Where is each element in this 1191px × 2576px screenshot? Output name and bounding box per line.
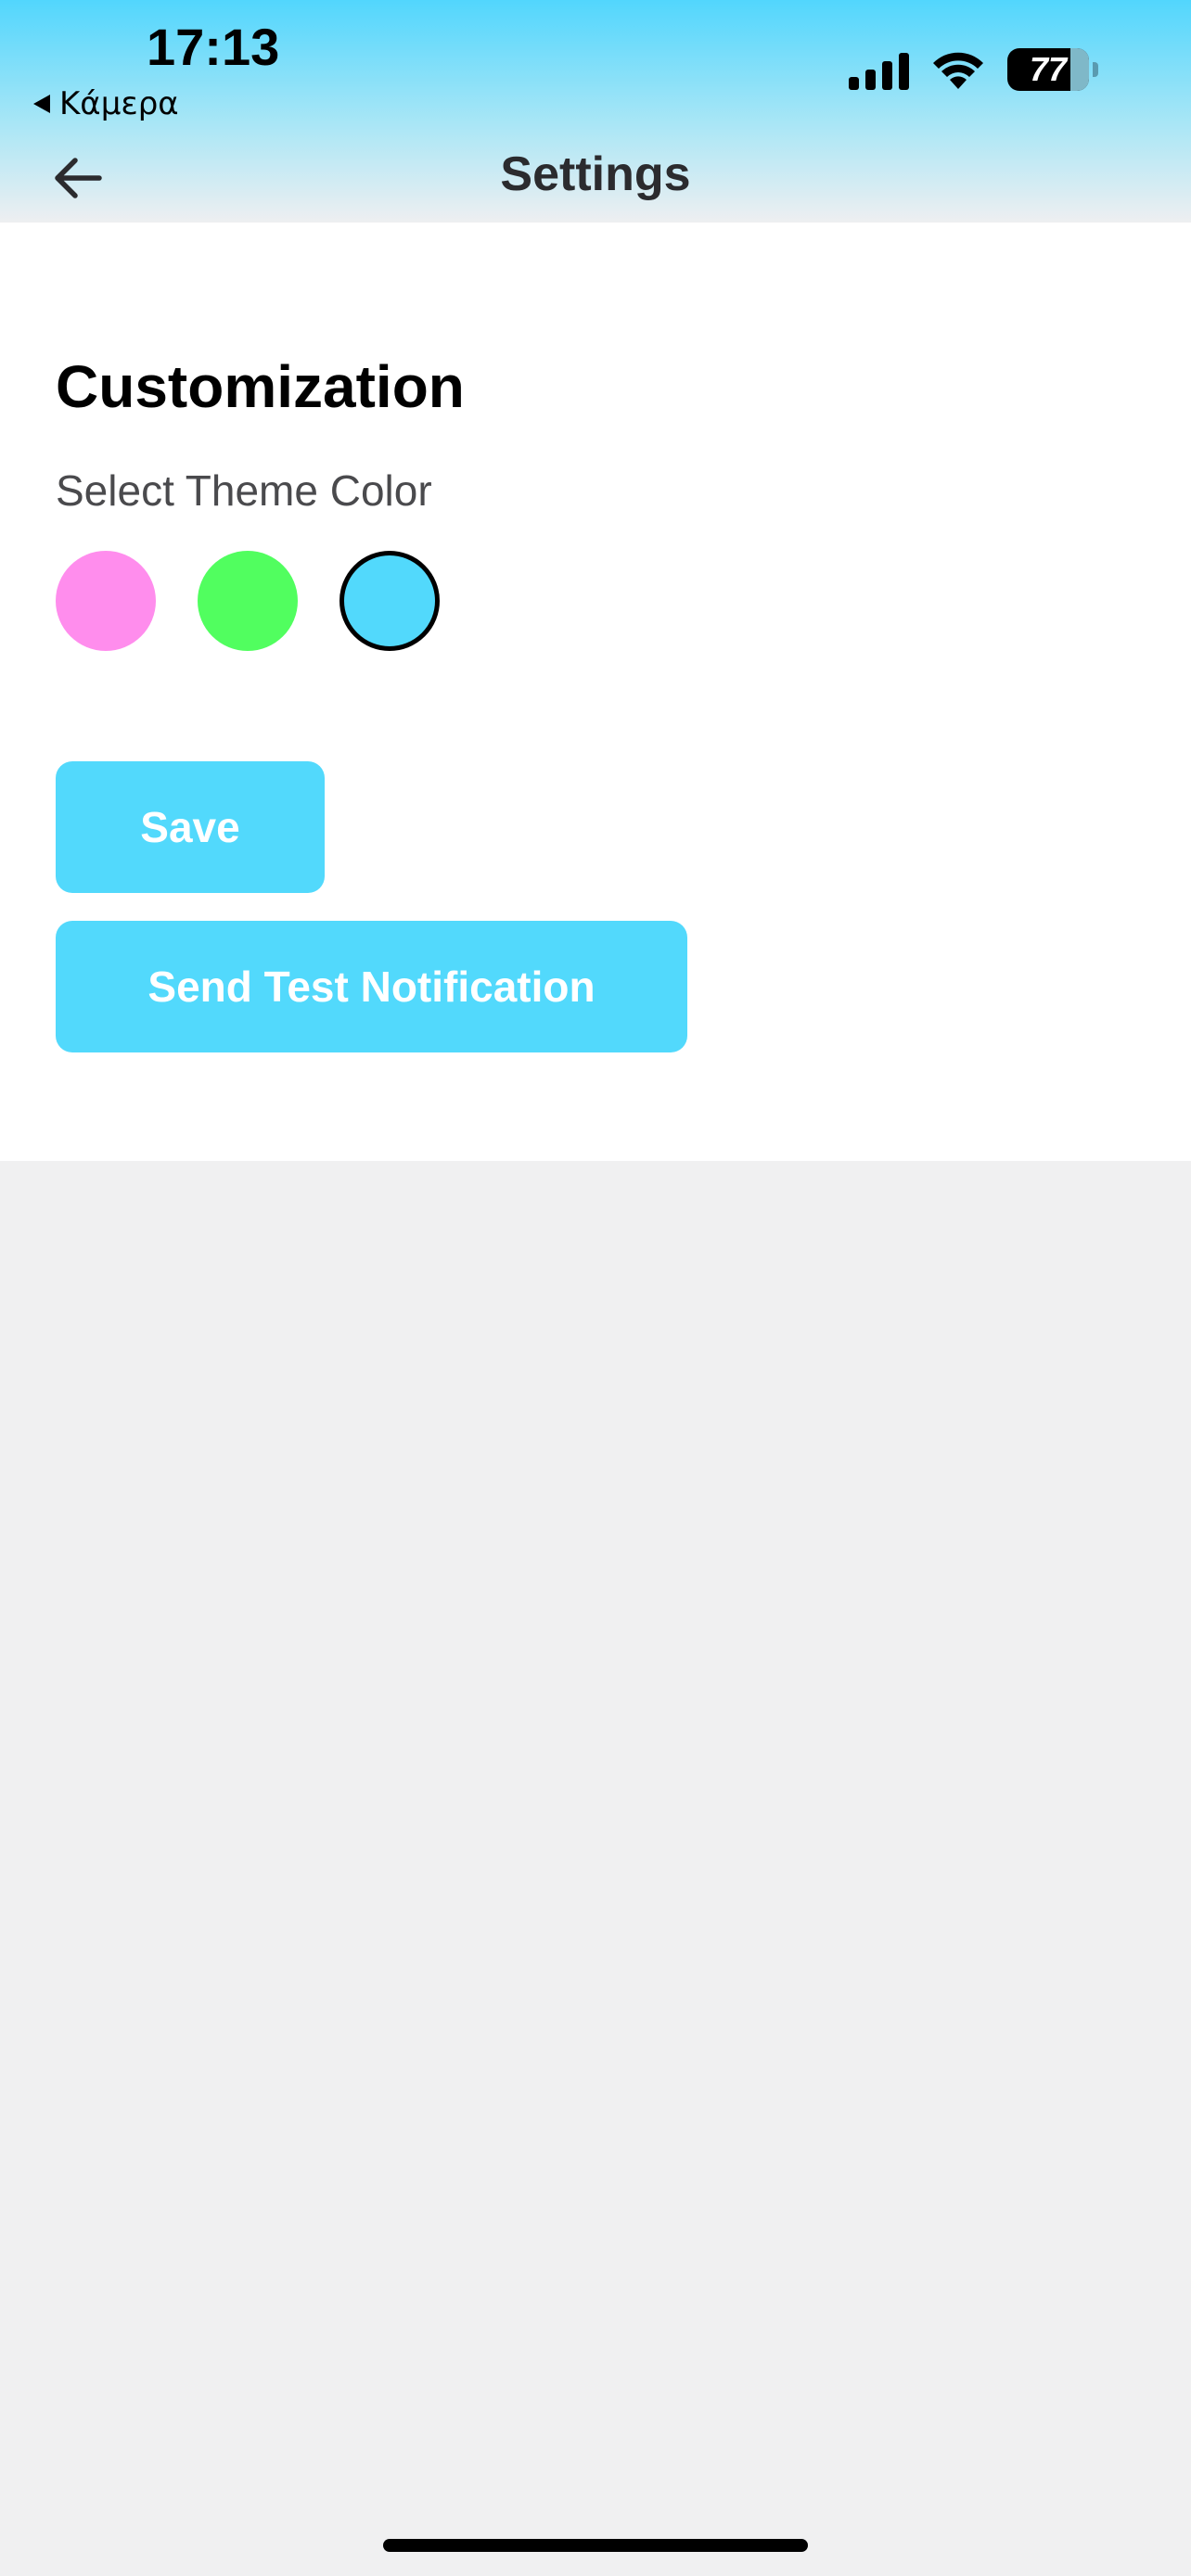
section-title-customization: Customization	[56, 353, 465, 420]
theme-swatch-green[interactable]	[198, 551, 298, 651]
wifi-icon	[933, 52, 983, 89]
back-to-app-label: Κάμερα	[59, 85, 179, 122]
theme-color-label: Select Theme Color	[56, 466, 432, 515]
cellular-signal-icon	[849, 49, 909, 90]
save-button[interactable]: Save	[56, 761, 325, 893]
status-icons: 77	[849, 48, 1098, 91]
back-to-app-button[interactable]: Κάμερα	[33, 83, 179, 124]
status-time: 17:13	[147, 18, 280, 76]
back-triangle-icon	[33, 95, 50, 113]
settings-card: Customization Select Theme Color Save Se…	[0, 223, 1191, 1161]
page-title: Settings	[500, 147, 691, 201]
home-indicator[interactable]	[383, 2539, 808, 2552]
battery-percent: 77	[1029, 50, 1068, 88]
battery-icon: 77	[1007, 48, 1089, 91]
send-test-notification-button[interactable]: Send Test Notification	[56, 921, 687, 1052]
theme-swatch-cyan[interactable]	[339, 551, 440, 651]
battery-nub	[1093, 62, 1098, 77]
theme-swatch-pink[interactable]	[56, 551, 156, 651]
